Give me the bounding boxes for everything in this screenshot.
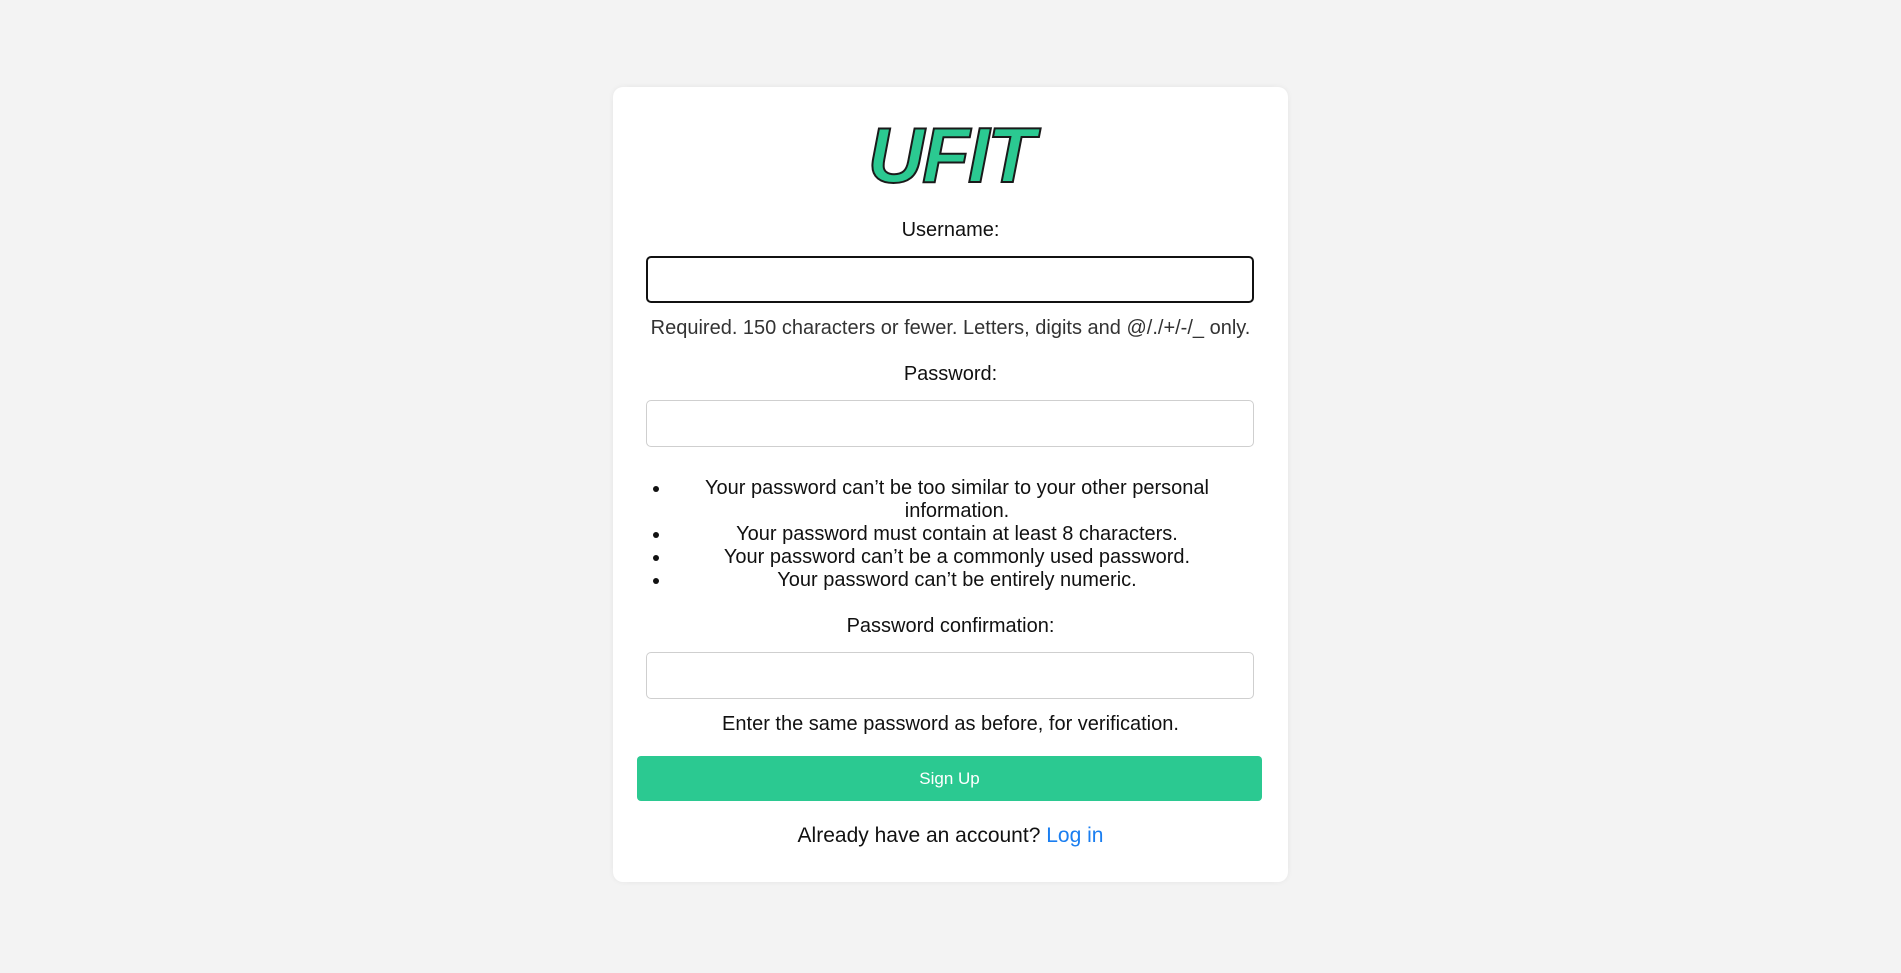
- logo-text: UFIT: [867, 111, 1036, 199]
- username-help-text: Required. 150 characters or fewer. Lette…: [650, 317, 1251, 339]
- password-rule: Your password can’t be too similar to yo…: [671, 477, 1255, 523]
- username-input[interactable]: [646, 256, 1254, 303]
- login-prompt: Already have an account? Log in: [646, 823, 1255, 849]
- password-confirmation-help-text: Enter the same password as before, for v…: [722, 713, 1179, 735]
- password-rule: Your password can’t be a commonly used p…: [671, 546, 1255, 569]
- login-link[interactable]: Log in: [1046, 824, 1103, 847]
- signup-card: UFIT Username: Required. 150 characters …: [613, 87, 1288, 882]
- password-rules-list: Your password can’t be too similar to yo…: [646, 477, 1255, 592]
- sign-up-button[interactable]: Sign Up: [637, 756, 1262, 801]
- password-confirmation-label: Password confirmation:: [846, 615, 1055, 637]
- login-prompt-text: Already have an account?: [797, 824, 1041, 847]
- password-rule: Your password must contain at least 8 ch…: [671, 523, 1255, 546]
- username-label: Username:: [901, 219, 1000, 241]
- password-rule: Your password can’t be entirely numeric.: [671, 569, 1255, 592]
- password-confirmation-input[interactable]: [646, 652, 1254, 699]
- password-label: Password:: [903, 363, 998, 385]
- password-input[interactable]: [646, 400, 1254, 447]
- ufit-logo: UFIT: [646, 111, 1255, 199]
